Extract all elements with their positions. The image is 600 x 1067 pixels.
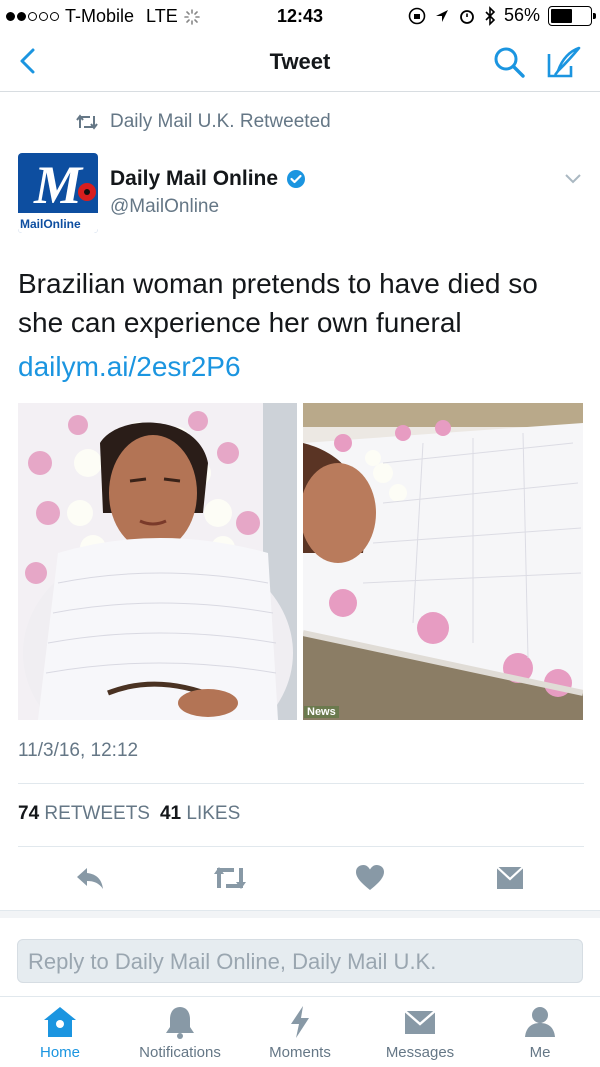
media-source-tag: News (304, 706, 339, 718)
likes-stat[interactable]: 41 LIKES (160, 803, 240, 825)
author-name[interactable]: Daily Mail Online (110, 167, 306, 191)
status-right: 56% (408, 5, 596, 26)
funeral-photo-left-image (18, 403, 297, 720)
status-bar: T-Mobile LTE 12:43 56% (0, 0, 600, 34)
battery-percent: 56% (503, 5, 540, 25)
divider (18, 846, 584, 847)
tab-messages[interactable]: Messages (360, 1005, 480, 1061)
bottom-tab-bar: Home Notifications Moments Messages Me (0, 996, 600, 1067)
verified-badge-icon (287, 170, 306, 188)
bell-icon (166, 1007, 194, 1039)
tab-home[interactable]: Home (0, 1005, 120, 1061)
reply-icon[interactable] (74, 862, 106, 894)
alarm-icon (460, 9, 474, 24)
search-icon[interactable] (492, 45, 526, 79)
tab-me-label: Me (529, 1044, 551, 1061)
bluetooth-icon (485, 5, 496, 26)
tweet-text: Brazilian woman pretends to have died so… (18, 268, 538, 338)
author-handle[interactable]: @MailOnline (110, 196, 219, 218)
lightning-icon (291, 1006, 309, 1038)
tweet-stats: 74 RETWEETS 41 LIKES (18, 803, 240, 825)
tweet-photo-right[interactable] (303, 403, 583, 720)
tab-notifications[interactable]: Notifications (120, 1005, 240, 1061)
tweet-timestamp: 11/3/16, 12:12 (18, 740, 139, 761)
envelope-icon (404, 1010, 436, 1034)
tab-moments[interactable]: Moments (240, 1005, 360, 1061)
location-arrow-icon (435, 9, 448, 22)
orientation-lock-icon (408, 7, 426, 24)
reply-input[interactable]: Reply to Daily Mail Online, Daily Mail U… (17, 939, 583, 983)
chevron-down-icon[interactable] (564, 172, 582, 186)
funeral-photo-right-image (303, 403, 583, 720)
tab-me[interactable]: Me (480, 1005, 600, 1061)
retweeted-by-line[interactable]: Daily Mail U.K. Retweeted (76, 111, 331, 133)
avatar[interactable]: M MailOnline (18, 153, 98, 233)
tweet-photo-left[interactable] (18, 403, 297, 720)
retweet-icon[interactable] (212, 862, 248, 894)
home-icon (44, 1007, 76, 1037)
retweeted-by-label: Daily Mail U.K. Retweeted (110, 111, 331, 132)
tweet-link[interactable]: dailym.ai/2esr2P6 (18, 347, 241, 386)
tab-moments-label: Moments (269, 1044, 331, 1061)
tweet-actions (0, 862, 600, 894)
nav-bar: Tweet (0, 34, 600, 92)
like-heart-icon[interactable] (354, 862, 386, 894)
tab-home-label: Home (39, 1044, 80, 1061)
tab-notifications-label: Notifications (139, 1044, 221, 1061)
section-separator (0, 910, 600, 918)
compose-tweet-icon[interactable] (546, 45, 582, 79)
direct-message-icon[interactable] (494, 862, 526, 894)
battery-icon (548, 5, 596, 26)
avatar-logo-text: MailOnline (20, 217, 81, 231)
divider (18, 783, 584, 784)
author-name-label: Daily Mail Online (110, 167, 279, 190)
retweet-small-icon (76, 114, 98, 130)
tab-messages-label: Messages (385, 1044, 455, 1061)
person-icon (525, 1007, 555, 1037)
retweets-stat[interactable]: 74 RETWEETS (18, 803, 150, 825)
